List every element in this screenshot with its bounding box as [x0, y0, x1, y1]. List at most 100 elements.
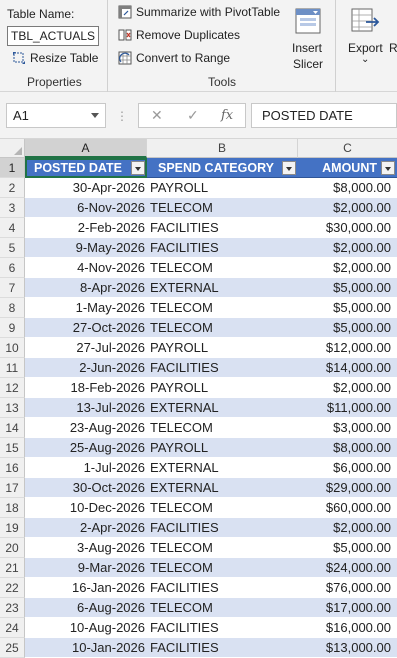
cell-amount[interactable]: $13,000.00 [298, 638, 397, 658]
export-button[interactable]: Export ⌄ [346, 4, 386, 72]
cell-amount[interactable]: $3,000.00 [298, 418, 397, 438]
row-number[interactable]: 20 [0, 538, 25, 558]
cell-posted-date[interactable]: 2-Apr-2026 [25, 518, 147, 538]
cell-spend-category[interactable]: TELECOM [147, 538, 298, 558]
cell-posted-date[interactable]: 2-Jun-2026 [25, 358, 147, 378]
cell-spend-category[interactable]: FACILITIES [147, 238, 298, 258]
cell-posted-date[interactable]: 18-Feb-2026 [25, 378, 147, 398]
row-number[interactable]: 16 [0, 458, 25, 478]
row-number[interactable]: 24 [0, 618, 25, 638]
cell-amount[interactable]: $5,000.00 [298, 278, 397, 298]
cell-spend-category[interactable]: PAYROLL [147, 438, 298, 458]
row-number[interactable]: 2 [0, 178, 25, 198]
cell-posted-date[interactable]: 27-Jul-2026 [25, 338, 147, 358]
formula-input[interactable]: POSTED DATE [251, 103, 397, 128]
cell-spend-category[interactable]: FACILITIES [147, 358, 298, 378]
cell-spend-category[interactable]: FACILITIES [147, 578, 298, 598]
convert-to-range-button[interactable]: Convert to Range [118, 51, 230, 65]
row-number[interactable]: 11 [0, 358, 25, 378]
cell-amount[interactable]: $2,000.00 [298, 198, 397, 218]
cell-amount[interactable]: $2,000.00 [298, 518, 397, 538]
cell-spend-category[interactable]: PAYROLL [147, 378, 298, 398]
column-header-b[interactable]: B [147, 139, 298, 158]
column-header-c[interactable]: C [298, 139, 397, 158]
cell-amount[interactable]: $2,000.00 [298, 258, 397, 278]
row-number[interactable]: 15 [0, 438, 25, 458]
table-name-input[interactable] [7, 26, 99, 46]
row-number[interactable]: 7 [0, 278, 25, 298]
cell-amount[interactable]: $2,000.00 [298, 378, 397, 398]
cell-spend-category[interactable]: TELECOM [147, 498, 298, 518]
cell-spend-category[interactable]: TELECOM [147, 418, 298, 438]
cell-spend-category[interactable]: EXTERNAL [147, 478, 298, 498]
row-number[interactable]: 9 [0, 318, 25, 338]
cell-spend-category[interactable]: TELECOM [147, 298, 298, 318]
row-number[interactable]: 6 [0, 258, 25, 278]
row-number[interactable]: 12 [0, 378, 25, 398]
row-number[interactable]: 13 [0, 398, 25, 418]
cell-amount[interactable]: $17,000.00 [298, 598, 397, 618]
cell-spend-category[interactable]: TELECOM [147, 598, 298, 618]
row-number[interactable]: 14 [0, 418, 25, 438]
cell-posted-date[interactable]: 6-Nov-2026 [25, 198, 147, 218]
row-number[interactable]: 23 [0, 598, 25, 618]
row-number[interactable]: 8 [0, 298, 25, 318]
cell-amount[interactable]: $29,000.00 [298, 478, 397, 498]
row-number[interactable]: 19 [0, 518, 25, 538]
cell-amount[interactable]: $8,000.00 [298, 438, 397, 458]
cell-posted-date[interactable]: 1-May-2026 [25, 298, 147, 318]
cell-spend-category[interactable]: TELECOM [147, 198, 298, 218]
row-number[interactable]: 18 [0, 498, 25, 518]
insert-slicer-button[interactable]: Insert Slicer [286, 4, 330, 72]
cell-spend-category[interactable]: FACILITIES [147, 618, 298, 638]
cell-amount[interactable]: $30,000.00 [298, 218, 397, 238]
cell-amount[interactable]: $8,000.00 [298, 178, 397, 198]
row-number[interactable]: 17 [0, 478, 25, 498]
cell-amount[interactable]: $5,000.00 [298, 318, 397, 338]
cell-amount[interactable]: $11,000.00 [298, 398, 397, 418]
cell-amount[interactable]: $5,000.00 [298, 538, 397, 558]
cell-spend-category[interactable]: EXTERNAL [147, 458, 298, 478]
header-cell-spend-category[interactable]: SPEND CATEGORY [147, 158, 298, 178]
name-box[interactable]: A1 [6, 103, 106, 128]
cell-posted-date[interactable]: 30-Oct-2026 [25, 478, 147, 498]
cell-posted-date[interactable]: 2-Feb-2026 [25, 218, 147, 238]
cell-posted-date[interactable]: 1-Jul-2026 [25, 458, 147, 478]
cell-posted-date[interactable]: 10-Aug-2026 [25, 618, 147, 638]
remove-duplicates-button[interactable]: Remove Duplicates [118, 28, 240, 42]
cell-posted-date[interactable]: 13-Jul-2026 [25, 398, 147, 418]
summarize-pivottable-button[interactable]: Summarize with PivotTable [118, 5, 280, 19]
row-number[interactable]: 5 [0, 238, 25, 258]
cell-spend-category[interactable]: TELECOM [147, 258, 298, 278]
cell-posted-date[interactable]: 9-May-2026 [25, 238, 147, 258]
cell-spend-category[interactable]: PAYROLL [147, 178, 298, 198]
formula-bar-splitter-icon[interactable]: ⋮ [116, 109, 128, 123]
cell-posted-date[interactable]: 9-Mar-2026 [25, 558, 147, 578]
filter-dropdown-icon[interactable] [381, 161, 395, 175]
cell-amount[interactable]: $12,000.00 [298, 338, 397, 358]
refresh-label-partial[interactable]: R [389, 41, 397, 55]
insert-function-icon[interactable]: fx [221, 108, 233, 123]
cell-posted-date[interactable]: 23-Aug-2026 [25, 418, 147, 438]
cell-posted-date[interactable]: 6-Aug-2026 [25, 598, 147, 618]
cell-amount[interactable]: $60,000.00 [298, 498, 397, 518]
select-all-corner[interactable] [0, 139, 25, 158]
cell-spend-category[interactable]: TELECOM [147, 558, 298, 578]
cell-amount[interactable]: $6,000.00 [298, 458, 397, 478]
filter-dropdown-icon[interactable] [131, 161, 145, 175]
cell-spend-category[interactable]: EXTERNAL [147, 278, 298, 298]
row-number[interactable]: 3 [0, 198, 25, 218]
cell-posted-date[interactable]: 8-Apr-2026 [25, 278, 147, 298]
cell-posted-date[interactable]: 10-Jan-2026 [25, 638, 147, 658]
row-number[interactable]: 10 [0, 338, 25, 358]
cell-posted-date[interactable]: 4-Nov-2026 [25, 258, 147, 278]
row-number[interactable]: 25 [0, 638, 25, 658]
cell-spend-category[interactable]: PAYROLL [147, 338, 298, 358]
cell-spend-category[interactable]: TELECOM [147, 318, 298, 338]
cell-spend-category[interactable]: FACILITIES [147, 518, 298, 538]
cell-posted-date[interactable]: 16-Jan-2026 [25, 578, 147, 598]
cell-spend-category[interactable]: EXTERNAL [147, 398, 298, 418]
cell-spend-category[interactable]: FACILITIES [147, 638, 298, 658]
cell-posted-date[interactable]: 25-Aug-2026 [25, 438, 147, 458]
cell-posted-date[interactable]: 10-Dec-2026 [25, 498, 147, 518]
